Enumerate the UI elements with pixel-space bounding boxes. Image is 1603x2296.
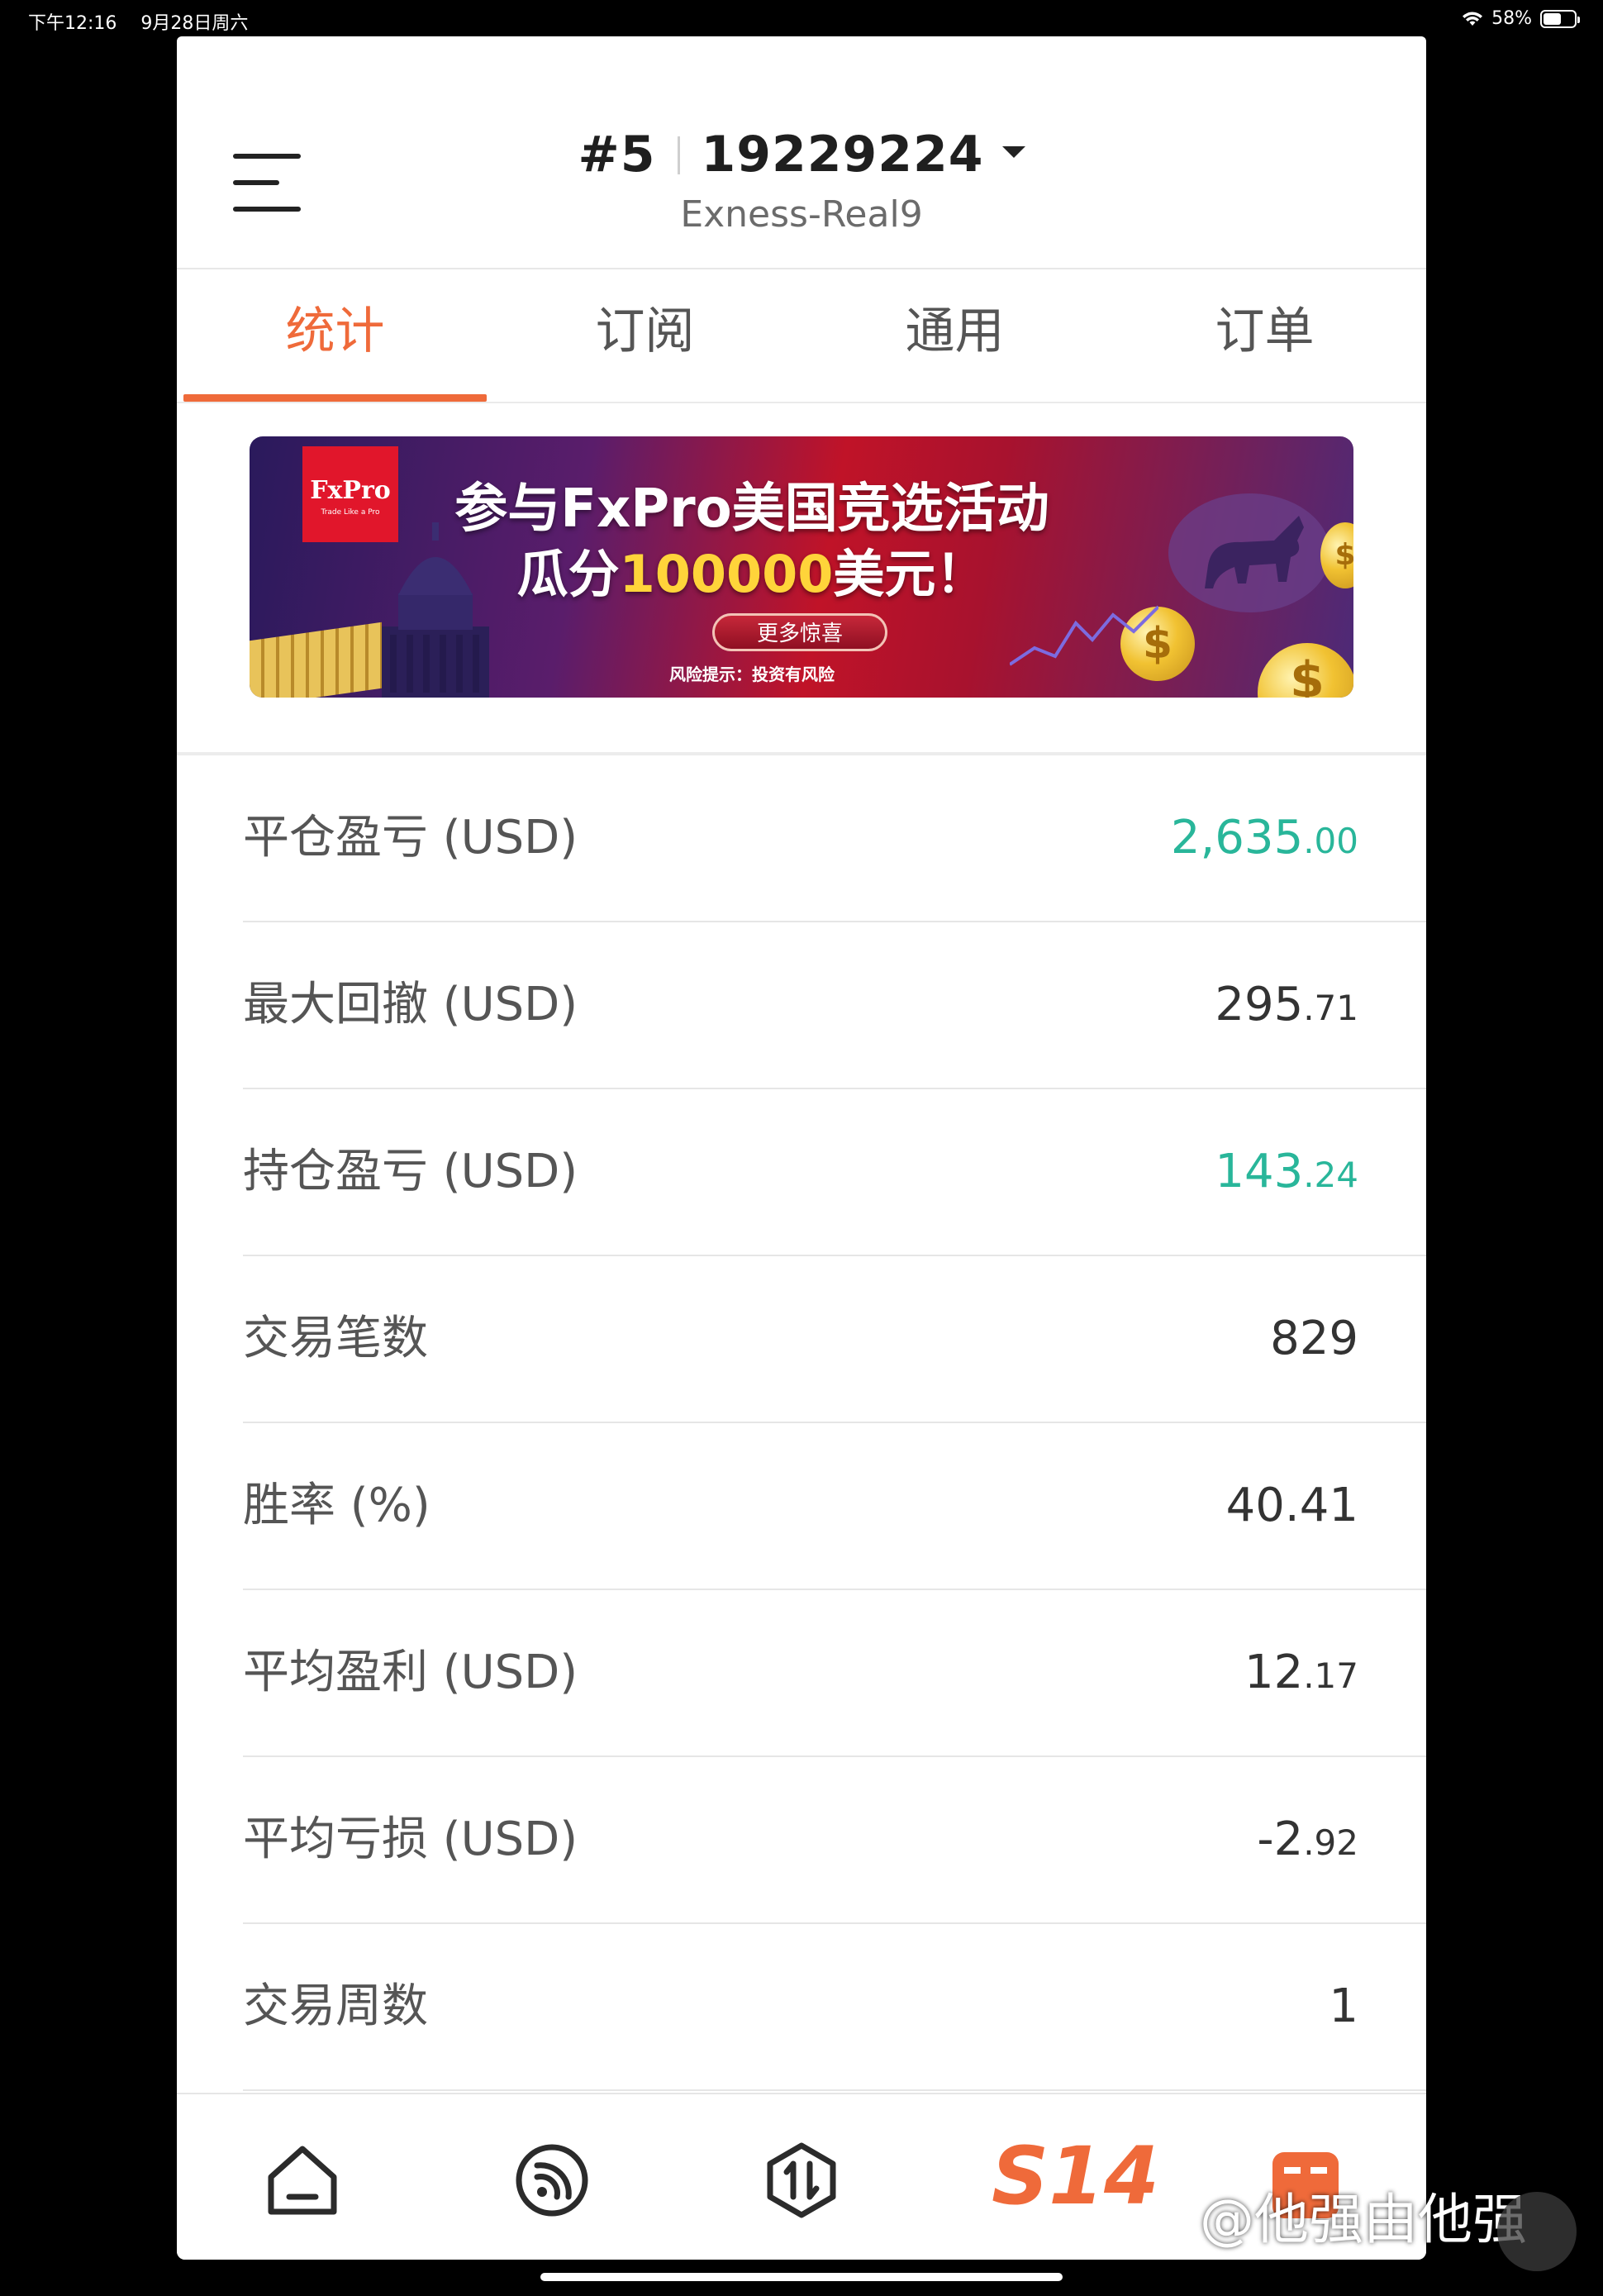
stat-label: 交易笔数: [243, 1312, 428, 1365]
stat-label: 交易周数: [243, 1979, 428, 2033]
stat-row: 胜率 (%) 40.41: [243, 1423, 1426, 1590]
stat-value: 295.71: [1215, 978, 1358, 1031]
donkey-emblem-icon: [1168, 493, 1330, 612]
stat-value: 40.41: [1225, 1479, 1358, 1532]
watermark-text: @他强由他强: [1200, 2188, 1527, 2251]
tab-orders[interactable]: 订单: [1110, 269, 1420, 402]
stat-value: 829: [1270, 1312, 1358, 1365]
banner-more-button[interactable]: 更多惊喜: [712, 613, 887, 651]
coin-icon: $: [1258, 643, 1353, 698]
stat-value: 143.24: [1215, 1145, 1358, 1198]
stat-row: 最大回撤 (USD) 295.71: [243, 922, 1426, 1089]
stat-row: 平仓盈亏 (USD) 2,635.00: [243, 755, 1426, 922]
status-time: 下午12:16: [28, 13, 117, 34]
section-tabs: 统计 订阅 通用 订单: [177, 269, 1426, 403]
s14-brand-icon[interactable]: S14: [992, 2131, 1159, 2222]
stats-list: 平仓盈亏 (USD) 2,635.00 最大回撤 (USD) 295.71 持仓盈亏 (…: [177, 755, 1426, 2091]
tab-statistics[interactable]: 统计: [180, 269, 490, 402]
stat-label: 平仓盈亏 (USD): [243, 811, 578, 865]
status-bar: 下午12:16 9月28日周六 58%: [0, 0, 1603, 36]
account-header: #5 19229224 Exness-Real9: [177, 36, 1426, 269]
wifi-icon: [1463, 12, 1483, 26]
stat-value: -2.92: [1257, 1813, 1358, 1866]
status-date: 9月28日周六: [140, 13, 249, 34]
banner-headline: 参与FxPro美国竞选活动: [454, 479, 1049, 540]
caret-down-icon: [1001, 146, 1025, 159]
tab-subscribe[interactable]: 订阅: [490, 269, 800, 402]
stat-row: 交易笔数 829: [243, 1256, 1426, 1423]
battery-percent: 58%: [1491, 8, 1532, 29]
stat-row: 交易周数 1: [243, 1924, 1426, 2091]
account-number: 19229224: [701, 126, 984, 183]
stat-value: 1: [1329, 1979, 1358, 2033]
stat-label: 最大回撤 (USD): [243, 978, 578, 1031]
stat-row: 持仓盈亏 (USD) 143.24: [243, 1089, 1426, 1256]
stat-row: 平均亏损 (USD) -2.92: [243, 1757, 1426, 1924]
account-index: #5: [578, 126, 656, 183]
battery-icon: [1540, 9, 1580, 28]
battery-level: [1544, 12, 1561, 25]
promo-banner[interactable]: FxPro Trade Like a Pro 参与FxPro美国竞选活动 瓜分1…: [250, 436, 1353, 698]
gold-bars-graphic: [250, 622, 382, 698]
chart-line-graphic: [1010, 605, 1158, 666]
server-name: Exness-Real9: [680, 193, 923, 236]
home-icon[interactable]: [261, 2139, 344, 2222]
trade-arrows-icon[interactable]: [760, 2139, 843, 2222]
stat-value: 12.17: [1244, 1646, 1358, 1699]
app-window: #5 19229224 Exness-Real9 统计 订阅 通用 订单 FxPr…: [177, 36, 1426, 2260]
tab-general[interactable]: 通用: [800, 269, 1110, 402]
stat-label: 平均盈利 (USD): [243, 1646, 578, 1699]
stat-label: 平均亏损 (USD): [243, 1813, 578, 1866]
home-indicator[interactable]: [540, 2273, 1063, 2281]
stat-label: 胜率 (%): [243, 1479, 430, 1532]
signal-feed-icon[interactable]: [511, 2139, 593, 2222]
stat-value: 2,635.00: [1170, 811, 1358, 865]
stat-row: 平均盈利 (USD) 12.17: [243, 1590, 1426, 1757]
stat-label: 持仓盈亏 (USD): [243, 1145, 578, 1198]
scroll-to-top-button[interactable]: [1497, 2192, 1577, 2271]
account-selector[interactable]: #5 19229224: [177, 126, 1426, 183]
